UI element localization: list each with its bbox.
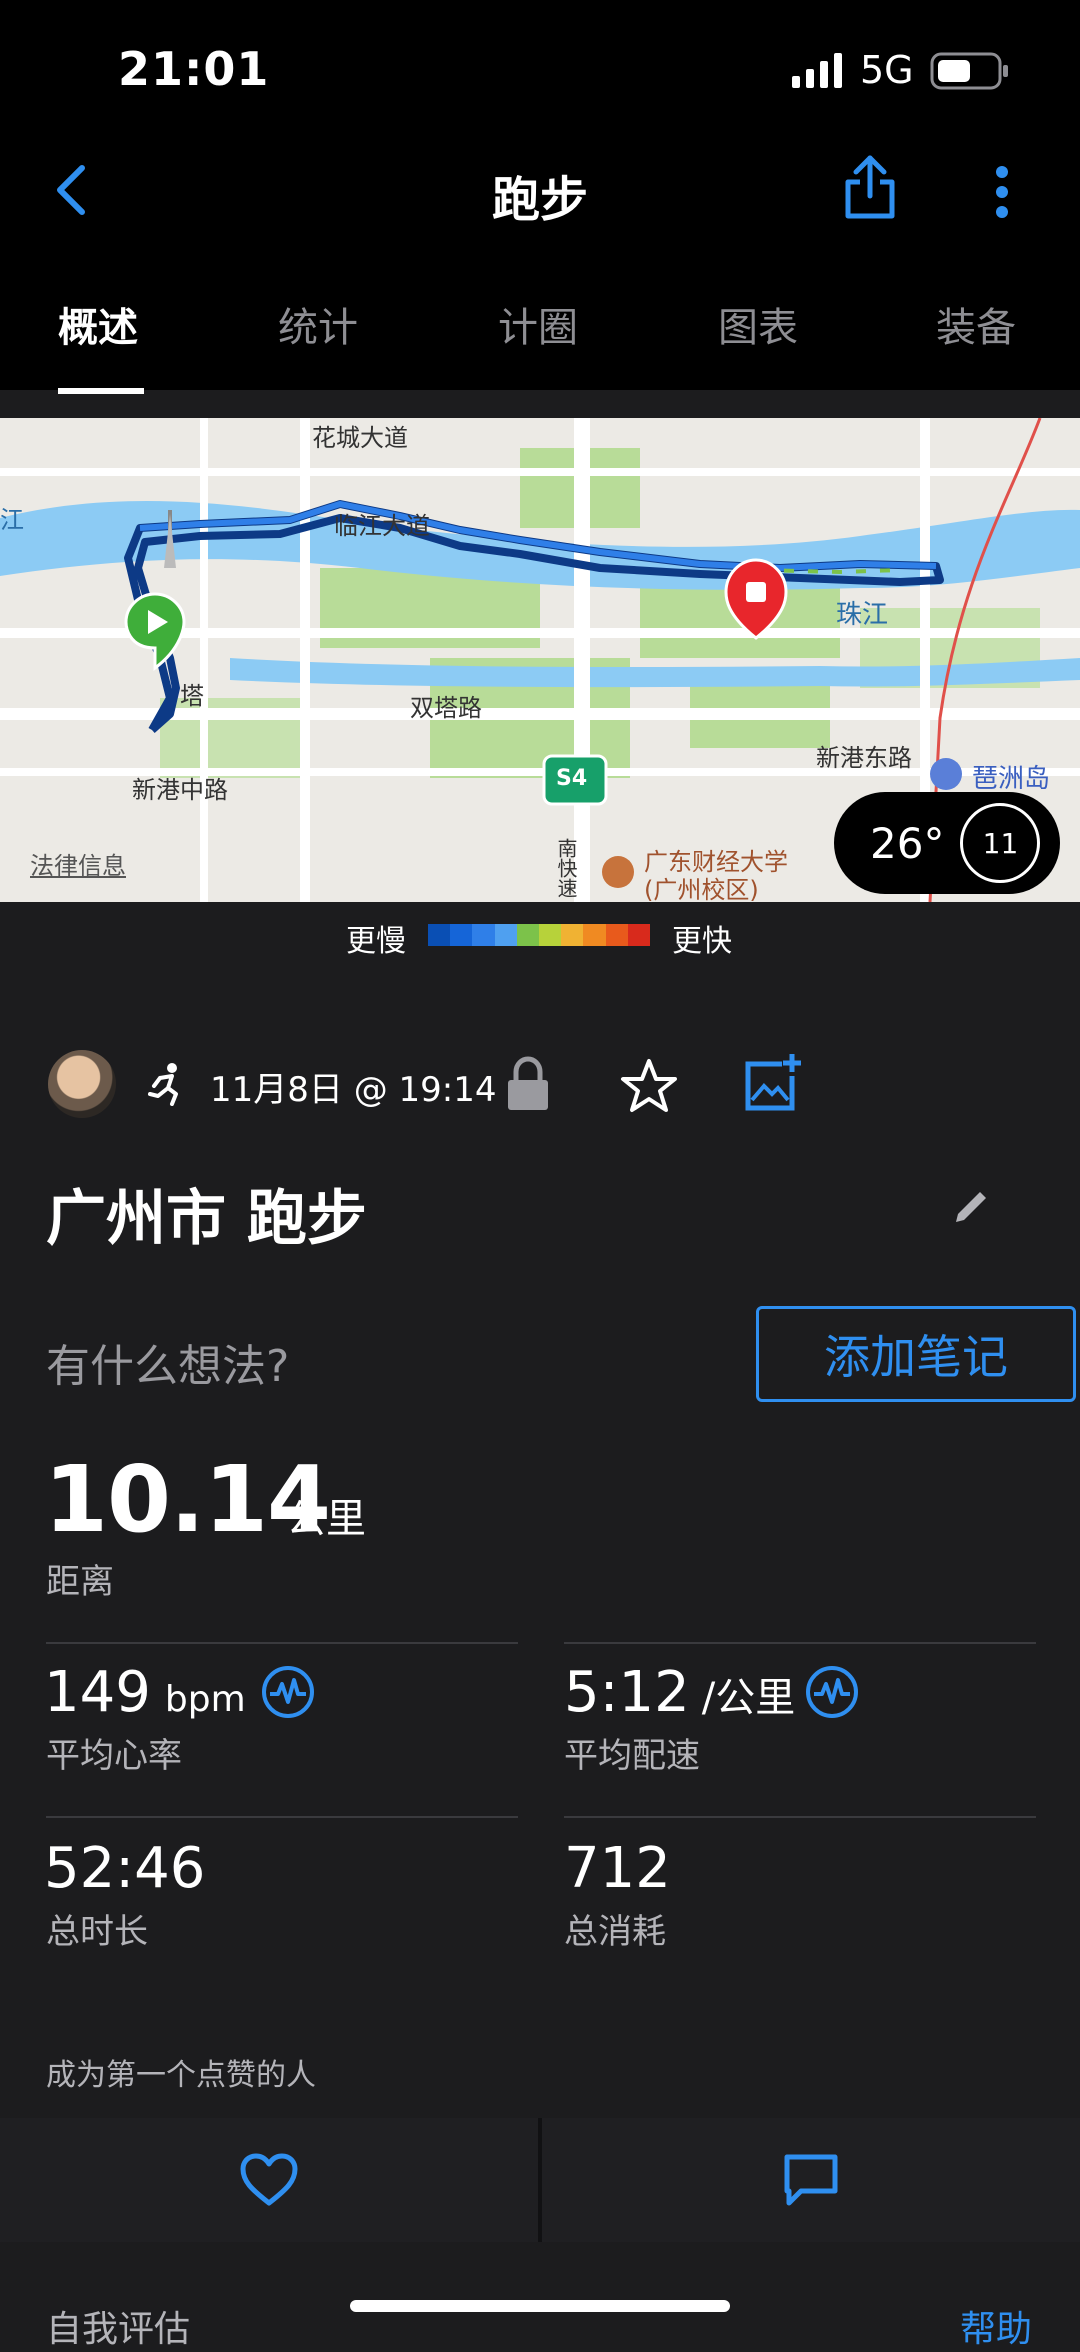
pace-color-bar — [428, 924, 651, 946]
divider — [46, 1642, 518, 1644]
likes-text: 成为第一个点赞的人 — [46, 2058, 316, 2093]
network-type: 5G — [860, 48, 914, 92]
signal-icon — [790, 52, 846, 92]
edit-pencil-icon[interactable] — [952, 1184, 992, 1228]
running-icon — [146, 1062, 186, 1110]
heart-rate-label: 平均心率 — [46, 1736, 182, 1776]
tab-overview[interactable]: 概述 — [58, 295, 138, 353]
map-label-expressway: 南快速 — [554, 838, 578, 898]
calories-value: 712 — [564, 1836, 671, 1901]
pace-label: 平均配速 — [564, 1736, 700, 1776]
heart-rate-info-icon[interactable] — [260, 1664, 316, 1724]
map-label-pazhou: 琶洲岛 — [972, 764, 1051, 794]
heart-rate-value: 149 — [44, 1660, 151, 1725]
tab-gear[interactable]: 装备 — [936, 295, 1016, 353]
pace-color-segment — [494, 924, 517, 946]
divider — [564, 1642, 1036, 1644]
tab-laps[interactable]: 计圈 — [498, 295, 578, 353]
active-tab-indicator — [58, 388, 144, 394]
map-label-highway: S4 — [556, 766, 588, 791]
pace-unit: /公里 — [701, 1675, 796, 1721]
comment-button[interactable] — [542, 2118, 1080, 2242]
pace-color-segment — [428, 924, 451, 946]
map-label-campus: (广州校区) — [644, 876, 759, 902]
legend-slow: 更慢 — [346, 924, 406, 959]
status-time: 21:01 — [118, 42, 270, 96]
heart-icon — [240, 2153, 298, 2206]
self-evaluation-heading: 自我评估 — [46, 2309, 191, 2350]
pace-color-segment — [472, 924, 495, 946]
activity-title: 广州市 跑步 — [46, 1184, 367, 1254]
heart-rate-stat: 149 bpm — [44, 1660, 246, 1725]
home-indicator[interactable] — [350, 2300, 730, 2312]
weather-badge: 26° 11 — [834, 792, 1060, 894]
weather-dial: 11 — [960, 803, 1041, 883]
add-note-button[interactable]: 添加笔记 — [756, 1306, 1076, 1402]
tab-stats[interactable]: 统计 — [278, 295, 358, 353]
map-label-linjiang: 临江大道 — [334, 512, 430, 540]
add-photo-icon[interactable] — [744, 1052, 804, 1116]
weather-temp: 26° — [870, 818, 945, 868]
pace-value: 5:12 — [564, 1660, 690, 1725]
map-label-huacheng: 花城大道 — [312, 424, 408, 452]
battery-icon — [930, 52, 1010, 94]
pace-color-segment — [516, 924, 540, 946]
legend-fast: 更快 — [672, 924, 732, 959]
map-label-jiang: 江 — [0, 506, 24, 534]
star-icon[interactable] — [620, 1058, 678, 1118]
help-link[interactable]: 帮助 — [960, 2300, 1032, 2352]
pace-color-segment — [605, 924, 628, 946]
page-title: 跑步 — [491, 172, 588, 228]
avatar[interactable] — [48, 1050, 116, 1118]
map-label-xingangzhong: 新港中路 — [132, 776, 228, 804]
comment-icon — [784, 2154, 838, 2206]
pace-color-segment — [627, 924, 651, 946]
legal-info-link[interactable]: 法律信息 — [30, 846, 126, 881]
activity-datetime: 11月8日 @ 19:14 — [210, 1070, 497, 1110]
pace-color-segment — [561, 924, 584, 946]
map-label-shuangta: 双塔路 — [410, 694, 482, 722]
calories-label: 总消耗 — [564, 1912, 666, 1952]
pace-color-segment — [583, 924, 606, 946]
duration-value: 52:46 — [44, 1836, 206, 1901]
distance-unit: 公里 — [286, 1496, 366, 1542]
more-options-icon[interactable] — [992, 164, 1012, 224]
route-map[interactable]: 花城大道 临江大道 江 珠江 塔 双塔路 新港中路 新港东路 琶洲岛 S4 南快… — [0, 418, 1080, 902]
distance-label: 距离 — [46, 1562, 114, 1602]
pace-color-segment — [450, 924, 473, 946]
like-button[interactable] — [0, 2118, 538, 2242]
divider — [564, 1816, 1036, 1818]
tab-charts[interactable]: 图表 — [718, 295, 798, 353]
map-label-zhujiang: 珠江 — [836, 600, 889, 630]
divider — [46, 1816, 518, 1818]
map-label-xingangdong: 新港东路 — [816, 744, 912, 772]
pace-info-icon[interactable] — [804, 1664, 860, 1724]
heart-rate-unit: bpm — [164, 1679, 246, 1720]
pace-stat: 5:12 /公里 — [564, 1660, 795, 1725]
duration-label: 总时长 — [46, 1912, 148, 1952]
share-icon[interactable] — [842, 152, 898, 226]
map-label-ta: 塔 — [180, 682, 204, 710]
lock-icon[interactable] — [504, 1056, 552, 1116]
thoughts-prompt[interactable]: 有什么想法? — [46, 1330, 289, 1394]
pace-color-segment — [539, 924, 562, 946]
